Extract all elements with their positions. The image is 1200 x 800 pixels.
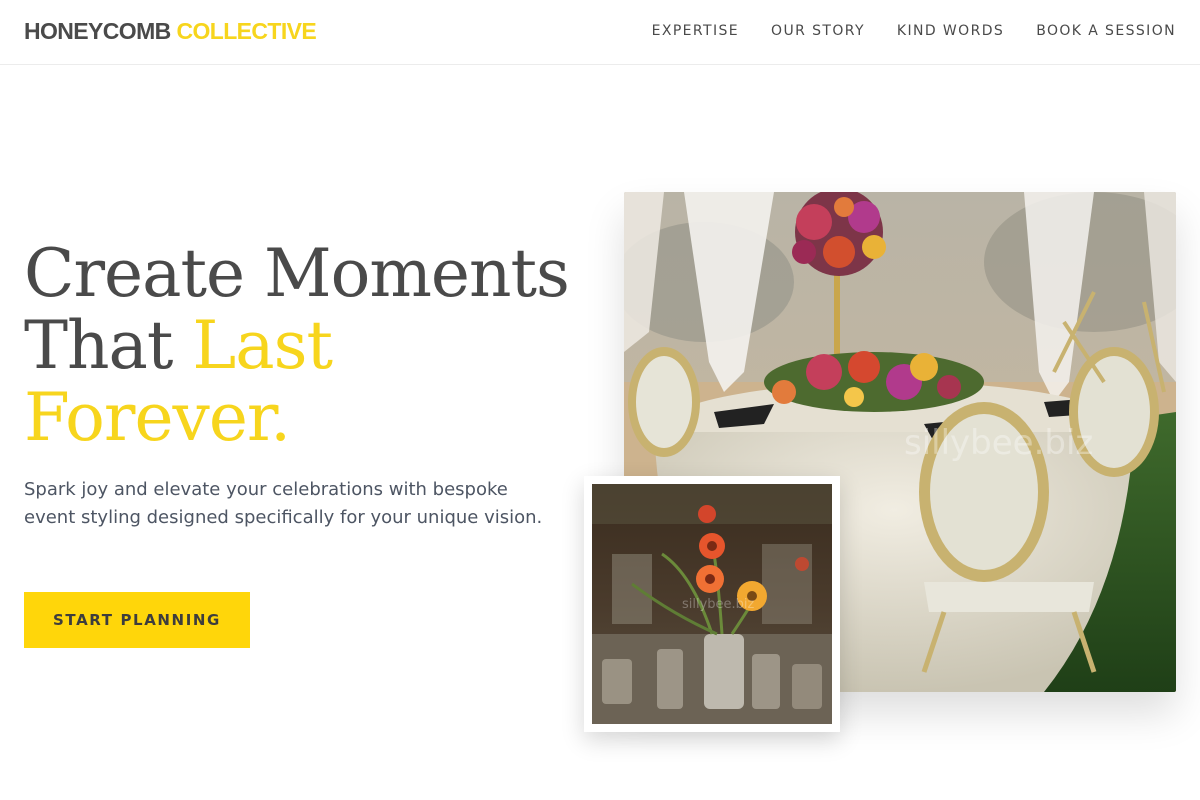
flowers-vase-photo: sillybee.biz <box>592 484 832 724</box>
site-header: HONEYCOMB COLLECTIVE EXPERTISE OUR STORY… <box>0 0 1200 65</box>
nav-link-kind-words[interactable]: KIND WORDS <box>897 23 1004 39</box>
logo-primary-text: HONEYCOMB <box>24 18 171 44</box>
nav-link-expertise[interactable]: EXPERTISE <box>652 23 739 39</box>
site-logo[interactable]: HONEYCOMB COLLECTIVE <box>24 18 317 45</box>
hero-subtitle: Spark joy and elevate your celebrations … <box>24 479 543 528</box>
nav-link-book-a-session[interactable]: BOOK A SESSION <box>1036 23 1176 39</box>
main-nav: EXPERTISE OUR STORY KIND WORDS BOOK A SE… <box>652 23 1176 39</box>
headline-line-2-plain: That <box>24 307 173 384</box>
start-planning-button[interactable]: START PLANNING <box>24 592 250 648</box>
main-photo-watermark: sillybee.biz <box>904 423 1093 463</box>
headline-line-1: Create Moments <box>24 235 570 312</box>
hero-headline: Create Moments That Last Forever. <box>24 238 584 454</box>
headline-line-3-accent: Forever. <box>24 379 291 456</box>
logo-accent-text: COLLECTIVE <box>176 18 317 44</box>
nav-link-our-story[interactable]: OUR STORY <box>771 23 865 39</box>
inset-photo-frame: sillybee.biz <box>584 476 840 732</box>
headline-line-2-accent: Last <box>192 307 333 384</box>
inset-photo-watermark: sillybee.biz <box>682 597 755 612</box>
